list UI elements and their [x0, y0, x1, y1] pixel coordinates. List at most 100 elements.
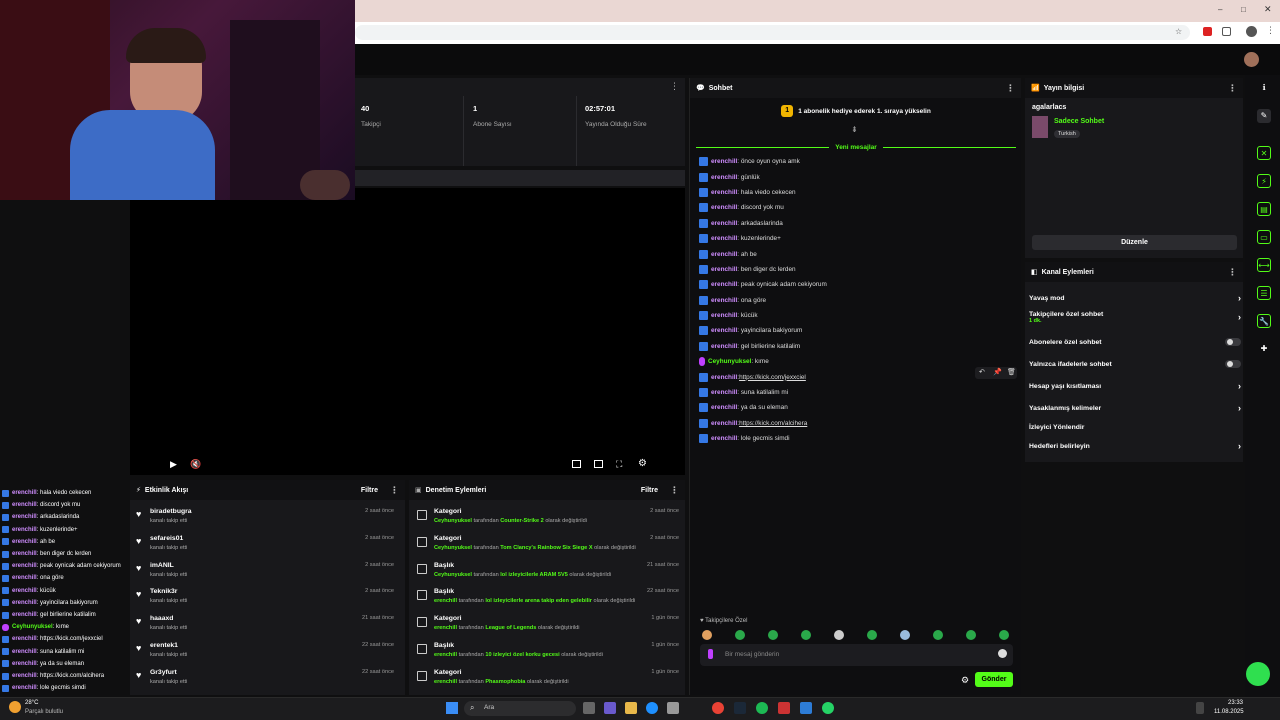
emote-icon[interactable]	[702, 630, 712, 640]
mod-menu-icon[interactable]: ⋮	[670, 485, 679, 496]
chat-message[interactable]: erenchill: kücük	[699, 308, 1017, 323]
chat-message[interactable]: Ceyhunyuksel: kıme	[699, 354, 1017, 369]
bookmark-star-icon[interactable]: ☆	[1175, 27, 1182, 36]
chat-link[interactable]: https://kick.com/alcihera	[739, 420, 807, 427]
chat-username[interactable]: erenchill	[711, 389, 737, 396]
info-icon[interactable]: ℹ	[1257, 81, 1271, 95]
chrome-icon[interactable]	[712, 702, 724, 714]
chat-message[interactable]: erenchill: önce oyun oyna amk	[699, 154, 1017, 169]
chat-username[interactable]: Ceyhunyuksel	[708, 358, 751, 365]
activity-item[interactable]: ♥ Teknik3r kanalı takip etti 2 saat önce	[130, 588, 400, 615]
chat-message[interactable]: erenchill: yayincilara bakiyorum	[699, 323, 1017, 338]
emote-icon[interactable]	[768, 630, 778, 640]
add-widget-icon[interactable]: ✚	[1257, 342, 1271, 356]
chat-username[interactable]: erenchill	[711, 343, 737, 350]
chat-message[interactable]: erenchill: suna katilalim mi	[699, 385, 1017, 400]
gift-banner[interactable]: 1 1 abonelik hediye ederek 1. sıraya yük…	[690, 102, 1022, 120]
play-icon[interactable]: ▶	[170, 459, 177, 470]
activity-filter-button[interactable]: Filtre	[361, 487, 378, 494]
activity-item[interactable]: ♥ haaaxd kanalı takip etti 21 saat önce	[130, 615, 400, 642]
file-explorer-icon[interactable]	[625, 702, 637, 714]
channel-action-item[interactable]: İzleyici Yönlendir	[1029, 419, 1241, 435]
chat-username[interactable]: erenchill	[711, 435, 737, 442]
pinned-toggle-icon[interactable]: ⇟	[851, 125, 858, 134]
chat-username[interactable]: erenchill	[711, 297, 737, 304]
chat-message[interactable]: erenchill: ya da su eleman	[699, 400, 1017, 415]
bolt-rail-icon[interactable]: ⚡	[1257, 174, 1271, 188]
activity-item[interactable]: ♥ sefareis01 kanalı takip etti 2 saat önce	[130, 535, 400, 562]
activity-item[interactable]: ♥ imANIL kanalı takip etti 2 saat önce	[130, 562, 400, 589]
chat-message[interactable]: erenchill: kuzenlerinde+	[699, 231, 1017, 246]
chat-rail-icon[interactable]: ▭	[1257, 230, 1271, 244]
emote-icon[interactable]	[735, 630, 745, 640]
chat-message[interactable]: erenchill: ben diger dc lerden	[699, 262, 1017, 277]
tray-mic-icon[interactable]	[1196, 702, 1204, 714]
emote-icon[interactable]	[999, 630, 1009, 640]
chat-message[interactable]: erenchill: ah be	[699, 246, 1017, 261]
activity-item[interactable]: ♥ biradetbugra kanalı takip etti 2 saat önc…	[130, 508, 400, 535]
chat-username[interactable]: erenchill	[711, 374, 737, 381]
teams-icon[interactable]	[604, 702, 616, 714]
theater-icon[interactable]	[594, 460, 603, 468]
chat-link[interactable]: https://kick.com/jexxciel	[739, 374, 806, 381]
chat-message[interactable]: erenchill: arkadaslarinda	[699, 216, 1017, 231]
channel-action-item[interactable]: Hedefleri belirleyin ›	[1029, 438, 1241, 454]
pin-icon[interactable]: 📌	[993, 368, 1002, 376]
fullscreen-icon[interactable]: ⛶	[616, 459, 622, 470]
mod-filter-button[interactable]: Filtre	[641, 487, 658, 494]
steam-icon[interactable]	[734, 702, 746, 714]
video-app-icon[interactable]	[800, 702, 812, 714]
channel-action-item[interactable]: Takipçilere özel sohbet 1 dk. ›	[1029, 309, 1241, 325]
task-view-icon[interactable]	[583, 702, 595, 714]
channel-actions-menu-icon[interactable]: ⋮	[1228, 267, 1237, 277]
stats-menu-icon[interactable]: ⋮	[670, 81, 679, 92]
chat-message[interactable]: erenchill: peak oynicak adam cekiyorum	[699, 277, 1017, 292]
browser-menu-icon[interactable]: ⋮	[1266, 25, 1275, 36]
mod-action-item[interactable]: Başlık erenchill tarafından 10 izleyici ö…	[409, 642, 685, 669]
app-icon[interactable]	[778, 702, 790, 714]
close-icon[interactable]: ✕	[1264, 4, 1272, 15]
connection-icon[interactable]: ⟷	[1257, 258, 1271, 272]
chat-menu-icon[interactable]: ⋮	[1006, 83, 1015, 93]
settings-gear-icon[interactable]: ⚙	[638, 458, 647, 469]
activity-item[interactable]: ♥ Gr3yfurt kanalı takip etti 22 saat önce	[130, 669, 400, 696]
emote-icon[interactable]	[867, 630, 877, 640]
chat-message[interactable]: erenchill: discord yok mu	[699, 200, 1017, 215]
chat-username[interactable]: erenchill	[711, 312, 737, 319]
toggle-switch[interactable]	[1225, 338, 1241, 346]
windows-start-icon[interactable]	[446, 702, 458, 714]
mod-action-item[interactable]: Kategori erenchill tarafından Phasmophobi…	[409, 669, 685, 696]
chat-username[interactable]: erenchill	[711, 251, 737, 258]
list-rail-icon[interactable]: ☰	[1257, 286, 1271, 300]
activity-item[interactable]: ♥ erentek1 kanalı takip etti 22 saat önce	[130, 642, 400, 669]
chat-input[interactable]: Bir mesaj gönderin	[700, 644, 1013, 666]
assistant-chat-button[interactable]	[1246, 662, 1270, 686]
chat-message[interactable]: erenchill: hala viedo cekecen	[699, 185, 1017, 200]
channel-action-item[interactable]: Yalnızca ifadelerle sohbet	[1029, 356, 1241, 372]
edge-icon[interactable]	[646, 702, 658, 714]
delete-icon[interactable]: 🗑	[1007, 368, 1016, 376]
chat-username[interactable]: erenchill	[711, 404, 737, 411]
extensions-puzzle-icon[interactable]	[1222, 27, 1231, 36]
store-icon[interactable]	[667, 702, 679, 714]
user-avatar[interactable]	[1244, 52, 1259, 67]
wrench-icon[interactable]: 🔧	[1257, 314, 1271, 328]
chat-username[interactable]: erenchill	[711, 281, 737, 288]
channel-action-item[interactable]: Yavaş mod ›	[1029, 290, 1241, 306]
maximize-icon[interactable]: □	[1241, 5, 1246, 14]
emote-icon[interactable]	[900, 630, 910, 640]
extension-icon[interactable]	[1203, 27, 1212, 36]
taskbar-search[interactable]: ⌕ Ara	[464, 701, 576, 716]
spotify-icon[interactable]	[756, 702, 768, 714]
chat-username[interactable]: erenchill	[711, 327, 737, 334]
toggle-switch[interactable]	[1225, 360, 1241, 368]
reply-icon[interactable]: ↶	[979, 368, 985, 376]
chat-message[interactable]: erenchill: günlük	[699, 169, 1017, 184]
pip-icon[interactable]	[572, 460, 581, 468]
emote-icon[interactable]	[801, 630, 811, 640]
activity-menu-icon[interactable]: ⋮	[390, 485, 399, 496]
pencil-icon[interactable]: ✎	[1257, 109, 1271, 123]
mute-icon[interactable]: 🔇	[190, 459, 201, 470]
edit-button[interactable]: Düzenle	[1032, 235, 1237, 250]
chat-username[interactable]: erenchill	[711, 204, 737, 211]
